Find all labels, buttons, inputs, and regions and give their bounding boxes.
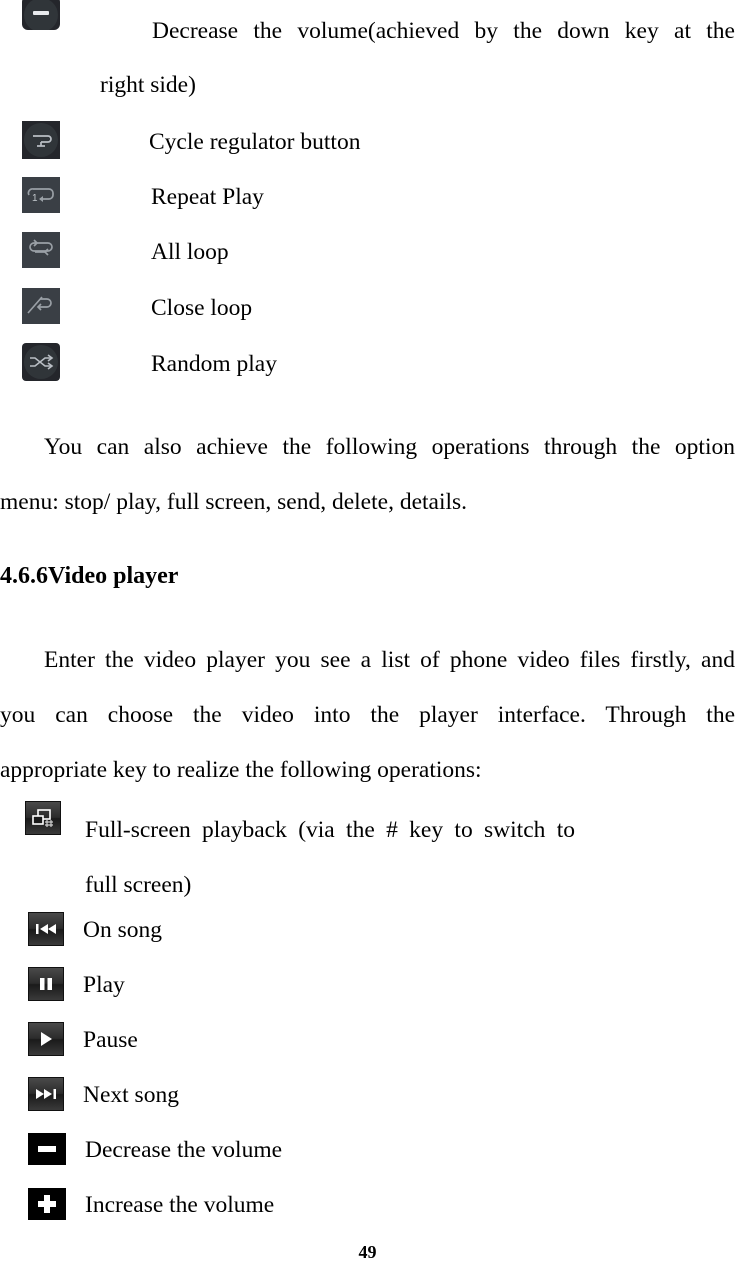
list-item: All loop [22,232,229,268]
pause-icon [28,1022,64,1056]
fullscreen-playback-icon [25,801,61,835]
list-item-label: Cycle regulator button [149,129,361,155]
all-loop-icon [22,232,60,268]
control-description-decrease-volume: Decrease the volume(achieved by the down… [152,18,735,44]
list-item: On song [28,912,162,946]
list-item [22,0,60,30]
cycle-regulator-icon [22,121,60,159]
list-item-label: On song [83,917,162,943]
list-item-label: Play [83,972,125,998]
video-player-paragraph-line1: Enter the video player you see a list of… [44,647,735,673]
list-item: 1 Repeat Play [22,177,264,213]
list-item-label: Close loop [151,295,253,321]
list-item-label: Increase the volume [85,1192,275,1218]
skip-next-glyph [29,1078,63,1110]
cycle-regulator-glyph [22,121,60,159]
plus-glyph [28,1188,66,1220]
option-menu-paragraph-line1: You can also achieve the following opera… [44,434,735,460]
option-menu-paragraph-line2: menu: stop/ play, full screen, send, del… [0,489,468,515]
repeat-one-glyph: 1 [22,177,60,213]
pause-bars-glyph [29,968,63,1000]
close-loop-icon [22,288,60,324]
fullscreen-hash-glyph [26,802,60,834]
list-item-label: Random play [151,351,277,377]
document-page: Decrease the volume(achieved by the down… [0,0,735,1271]
list-item: Pause [28,1022,138,1056]
list-item-label: Repeat Play [151,184,264,210]
random-play-icon [22,343,60,381]
video-control-fullscreen-label-cont: full screen) [85,872,192,898]
minus-glyph [28,1133,66,1165]
minus-glyph [22,0,60,30]
list-item: Decrease the volume [28,1133,282,1165]
video-player-paragraph-line3: appropriate key to realize the following… [0,757,482,783]
list-item: Cycle regulator button [22,121,360,159]
list-item-label: Pause [83,1027,138,1053]
loop-all-glyph [22,232,60,268]
section-heading: 4.6.6Video player [0,563,179,589]
volume-up-icon [28,1188,66,1220]
control-description-decrease-volume-cont: right side) [100,72,196,98]
previous-song-icon [28,912,64,946]
loop-disabled-glyph [22,288,60,324]
list-item: Play [28,967,125,1001]
list-item: Next song [28,1077,179,1111]
list-item: Random play [22,343,277,381]
list-item-label: All loop [151,239,229,265]
play-triangle-glyph [29,1023,63,1055]
video-control-fullscreen-label: Full-screen playback (via the # key to s… [85,817,575,843]
video-player-paragraph-line2: you can choose the video into the player… [0,702,735,728]
volume-down-icon [28,1133,66,1165]
list-item: Close loop [22,288,252,324]
list-item-label: Next song [83,1082,179,1108]
shuffle-glyph [22,343,60,381]
svg-text:1: 1 [32,193,38,204]
play-icon [28,967,64,1001]
page-number: 49 [358,1242,377,1262]
volume-decrease-icon [22,0,60,30]
list-item [25,801,61,835]
repeat-play-icon: 1 [22,177,60,213]
next-song-icon [28,1077,64,1111]
list-item-label: Decrease the volume [85,1137,283,1163]
skip-previous-glyph [29,913,63,945]
list-item: Increase the volume [28,1188,274,1220]
